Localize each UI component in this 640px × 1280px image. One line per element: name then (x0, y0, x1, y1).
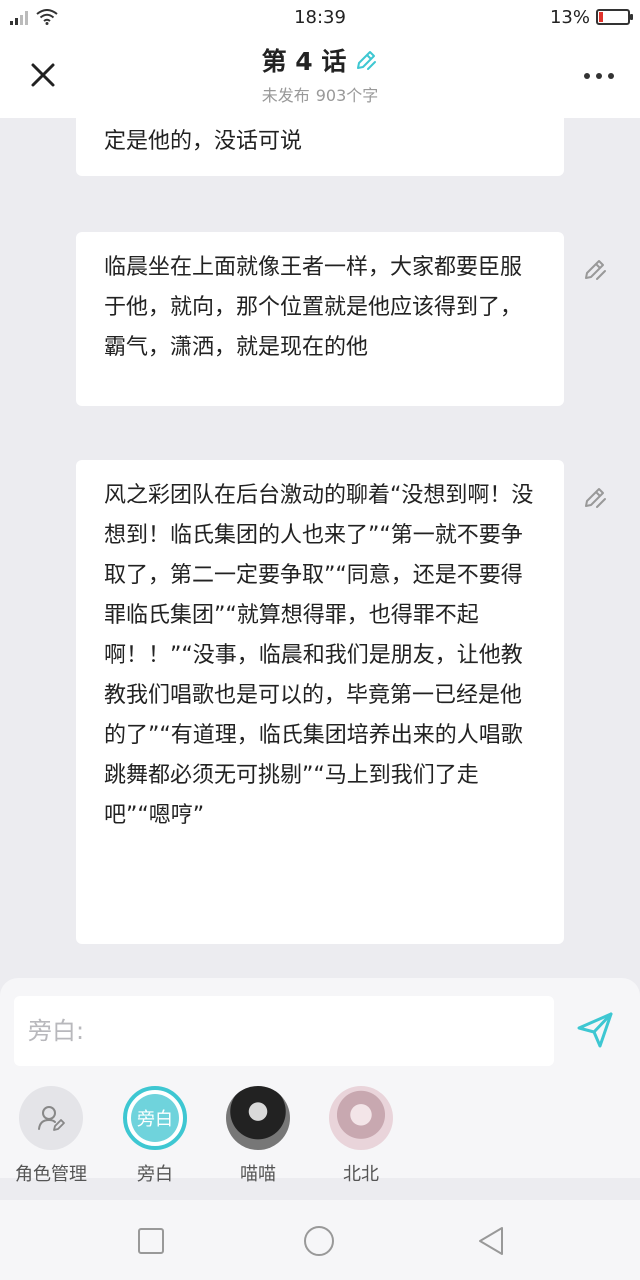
message-input[interactable] (28, 1017, 554, 1045)
role-label: 角色管理 (15, 1164, 87, 1185)
role-manage-icon (19, 1086, 83, 1150)
narrator-avatar-text: 旁白 (131, 1094, 179, 1142)
title-pencil-icon[interactable] (354, 48, 378, 72)
title-row: 第 4 话 (262, 42, 379, 78)
chapter-title: 第 4 话 (261, 47, 347, 76)
triangle-back-icon[interactable] (474, 1224, 508, 1258)
role-miaomiao[interactable]: 喵喵 (213, 1086, 303, 1186)
role-label: 旁白 (137, 1164, 173, 1185)
wifi-icon (36, 9, 58, 25)
composer-input-box[interactable] (14, 996, 554, 1066)
status-time: 18:39 (294, 6, 346, 28)
story-content[interactable]: 定是他的，没话可说 临晨坐在上面就像王者一样，大家都要臣服于他，就向，那个位置就… (0, 118, 640, 978)
publish-status: 未发布 (261, 86, 310, 105)
send-icon[interactable] (576, 1011, 614, 1049)
message-card[interactable]: 临晨坐在上面就像王者一样，大家都要臣服于他，就向，那个位置就是他应该得到了，霸气… (76, 232, 564, 406)
chapter-subtitle: 未发布 903个字 (0, 82, 640, 106)
message-text: 风之彩团队在后台激动的聊着“没想到啊！没想到！临氏集团的人也来了”“第一就不要争… (104, 483, 534, 828)
avatar (226, 1086, 290, 1150)
role-beibei[interactable]: 北北 (316, 1086, 406, 1186)
message-text: 定是他的，没话可说 (104, 129, 303, 154)
pencil-icon[interactable] (582, 256, 608, 282)
avatar (329, 1086, 393, 1150)
pencil-icon[interactable] (582, 484, 608, 510)
status-bar-right: 13% (549, 6, 633, 28)
role-label: 北北 (343, 1164, 379, 1185)
battery-percent: 13% (549, 6, 590, 28)
square-icon[interactable] (134, 1224, 168, 1258)
role-selector: 角色管理 旁白 旁白 喵喵 北北 (0, 1086, 640, 1185)
title-block: 第 4 话 未发布 903个字 (0, 42, 640, 106)
circle-icon[interactable] (302, 1224, 336, 1258)
system-nav-bar (0, 1200, 640, 1280)
message-text: 临晨坐在上面就像王者一样，大家都要臣服于他，就向，那个位置就是他应该得到了，霸气… (104, 255, 523, 360)
role-narrator[interactable]: 旁白 旁白 (110, 1086, 200, 1186)
status-bar: 18:39 13% (0, 0, 640, 34)
composer-panel: 角色管理 旁白 旁白 喵喵 北北 (0, 978, 640, 1185)
narrator-avatar: 旁白 (123, 1086, 187, 1150)
role-label: 喵喵 (240, 1164, 276, 1185)
battery-icon (596, 9, 633, 25)
signal-icon (10, 9, 28, 25)
more-dots-icon[interactable] (584, 66, 614, 86)
status-bar-left (10, 9, 58, 25)
message-card[interactable]: 风之彩团队在后台激动的聊着“没想到啊！没想到！临氏集团的人也来了”“第一就不要争… (76, 460, 564, 944)
role-manage-button[interactable]: 角色管理 (6, 1086, 96, 1186)
message-card[interactable]: 定是他的，没话可说 (76, 118, 564, 176)
word-count: 903个字 (315, 86, 379, 105)
chapter-header: 第 4 话 未发布 903个字 (0, 34, 640, 118)
